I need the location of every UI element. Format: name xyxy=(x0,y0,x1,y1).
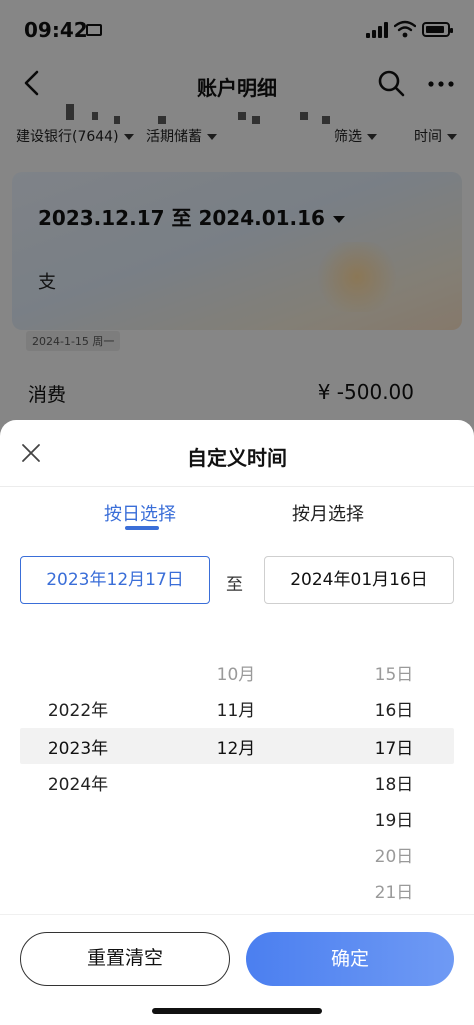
reset-button[interactable]: 重置清空 xyxy=(20,932,230,986)
date-wheel-picker[interactable]: 2022年 2023年 2024年 10月 11月 12月 15日 16日 17… xyxy=(0,626,474,916)
active-tab-indicator xyxy=(125,526,159,530)
day-option[interactable]: 18日 xyxy=(375,770,414,795)
start-date-field[interactable]: 2023年12月17日 xyxy=(20,556,210,604)
home-indicator xyxy=(152,1008,322,1014)
month-option[interactable]: 10月 xyxy=(217,660,256,685)
day-option[interactable]: 16日 xyxy=(375,696,414,721)
month-option[interactable]: 11月 xyxy=(217,696,256,721)
day-option-selected[interactable]: 17日 xyxy=(375,734,414,759)
date-separator: 至 xyxy=(226,575,243,595)
tab-by-month[interactable]: 按月选择 xyxy=(292,500,364,526)
confirm-button[interactable]: 确定 xyxy=(246,932,454,986)
custom-time-sheet: 自定义时间 按日选择 按月选择 2023年12月17日 至 2024年01月16… xyxy=(0,420,474,1025)
divider xyxy=(0,486,474,487)
day-option[interactable]: 15日 xyxy=(375,660,414,685)
sheet-title: 自定义时间 xyxy=(187,446,287,470)
day-option[interactable]: 20日 xyxy=(375,842,414,867)
end-date-field[interactable]: 2024年01月16日 xyxy=(264,556,454,604)
day-option[interactable]: 19日 xyxy=(375,806,414,831)
year-option[interactable]: 2022年 xyxy=(48,696,108,721)
divider xyxy=(0,914,474,915)
year-option-selected[interactable]: 2023年 xyxy=(48,734,108,759)
month-option-selected[interactable]: 12月 xyxy=(217,734,256,759)
day-option[interactable]: 21日 xyxy=(375,878,414,903)
tab-by-day[interactable]: 按日选择 xyxy=(104,500,176,526)
year-option[interactable]: 2024年 xyxy=(48,770,108,795)
